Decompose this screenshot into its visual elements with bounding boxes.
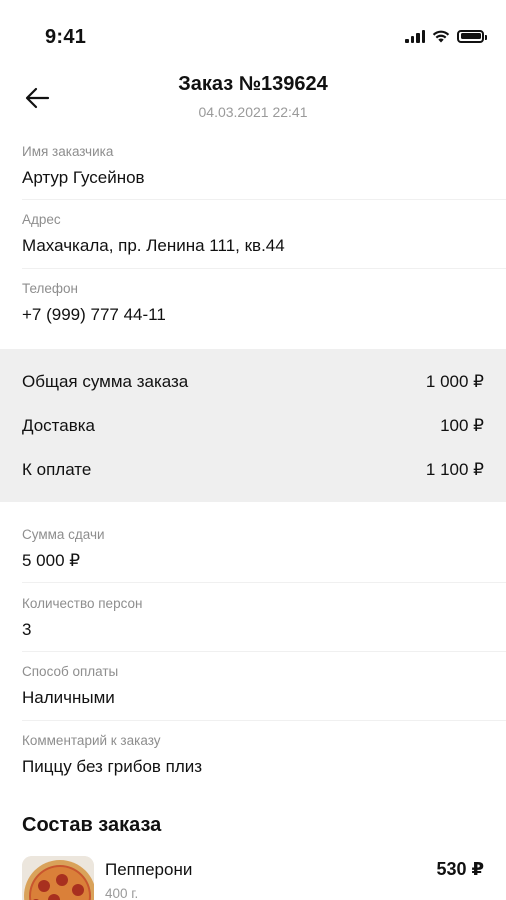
- divider: [22, 720, 506, 721]
- phone-value[interactable]: +7 (999) 777 44-11: [22, 305, 506, 325]
- total-row-delivery: Доставка 100 ₽: [22, 416, 484, 436]
- delivery-value: 100 ₽: [440, 416, 484, 435]
- status-icons: [405, 29, 487, 43]
- address-label: Адрес: [22, 212, 61, 227]
- order-contents-title: Состав заказа: [22, 814, 162, 836]
- total-row-to-pay: К оплате 1 100 ₽: [22, 460, 484, 480]
- to-pay-label: К оплате: [22, 460, 92, 479]
- persons-value: 3: [22, 620, 32, 639]
- total-label: Общая сумма заказа: [22, 372, 189, 391]
- wifi-icon: [432, 30, 450, 43]
- change-label: Сумма сдачи: [22, 527, 105, 542]
- battery-icon: [457, 29, 487, 43]
- comment-label: Комментарий к заказу: [22, 733, 161, 748]
- payment-value: Наличными: [22, 688, 115, 707]
- divider: [22, 268, 506, 269]
- total-row-sum: Общая сумма заказа 1 000 ₽: [22, 372, 484, 392]
- divider: [22, 651, 506, 652]
- order-totals: Общая сумма заказа 1 000 ₽ Доставка 100 …: [0, 349, 506, 502]
- delivery-label: Доставка: [22, 416, 96, 435]
- to-pay-value: 1 100 ₽: [425, 460, 484, 479]
- persons-label: Количество персон: [22, 596, 143, 611]
- item-name: Пепперони: [105, 860, 193, 879]
- order-header: Заказ №139624 04.03.2021 22:41: [0, 70, 506, 130]
- phone-label: Телефон: [22, 281, 79, 296]
- pizza-pepperoni-image: [22, 856, 94, 900]
- customer-name-label: Имя заказчика: [22, 144, 114, 159]
- comment-field: Комментарий к заказу Пиццу без грибов пл…: [0, 733, 506, 777]
- phone-field: Телефон +7 (999) 777 44-11: [0, 281, 506, 325]
- status-time: 9:41: [45, 26, 87, 48]
- order-item[interactable]: Пепперони 400 г. 530 ₽: [22, 856, 484, 900]
- comment-value: Пиццу без грибов плиз: [22, 757, 203, 776]
- divider: [22, 582, 506, 583]
- customer-name-field: Имя заказчика Артур Гусейнов: [0, 144, 506, 188]
- item-weight: 400 г.: [105, 886, 139, 900]
- payment-label: Способ оплаты: [22, 664, 119, 679]
- address-field: Адрес Махачкала, пр. Ленина 111, кв.44: [0, 212, 506, 256]
- cellular-signal-icon: [405, 29, 425, 43]
- divider: [22, 199, 506, 200]
- total-value: 1 000 ₽: [425, 372, 484, 391]
- payment-field: Способ оплаты Наличными: [0, 664, 506, 708]
- address-value: Махачкала, пр. Ленина 111, кв.44: [22, 236, 285, 255]
- status-bar: 9:41: [0, 0, 506, 70]
- page-title: Заказ №139624: [178, 73, 328, 95]
- order-date: 04.03.2021 22:41: [198, 104, 308, 120]
- persons-field: Количество персон 3: [0, 596, 506, 640]
- item-price: 530 ₽: [436, 859, 484, 879]
- change-value: 5 000 ₽: [22, 551, 81, 570]
- change-field: Сумма сдачи 5 000 ₽: [0, 527, 506, 571]
- customer-name-value: Артур Гусейнов: [22, 168, 145, 187]
